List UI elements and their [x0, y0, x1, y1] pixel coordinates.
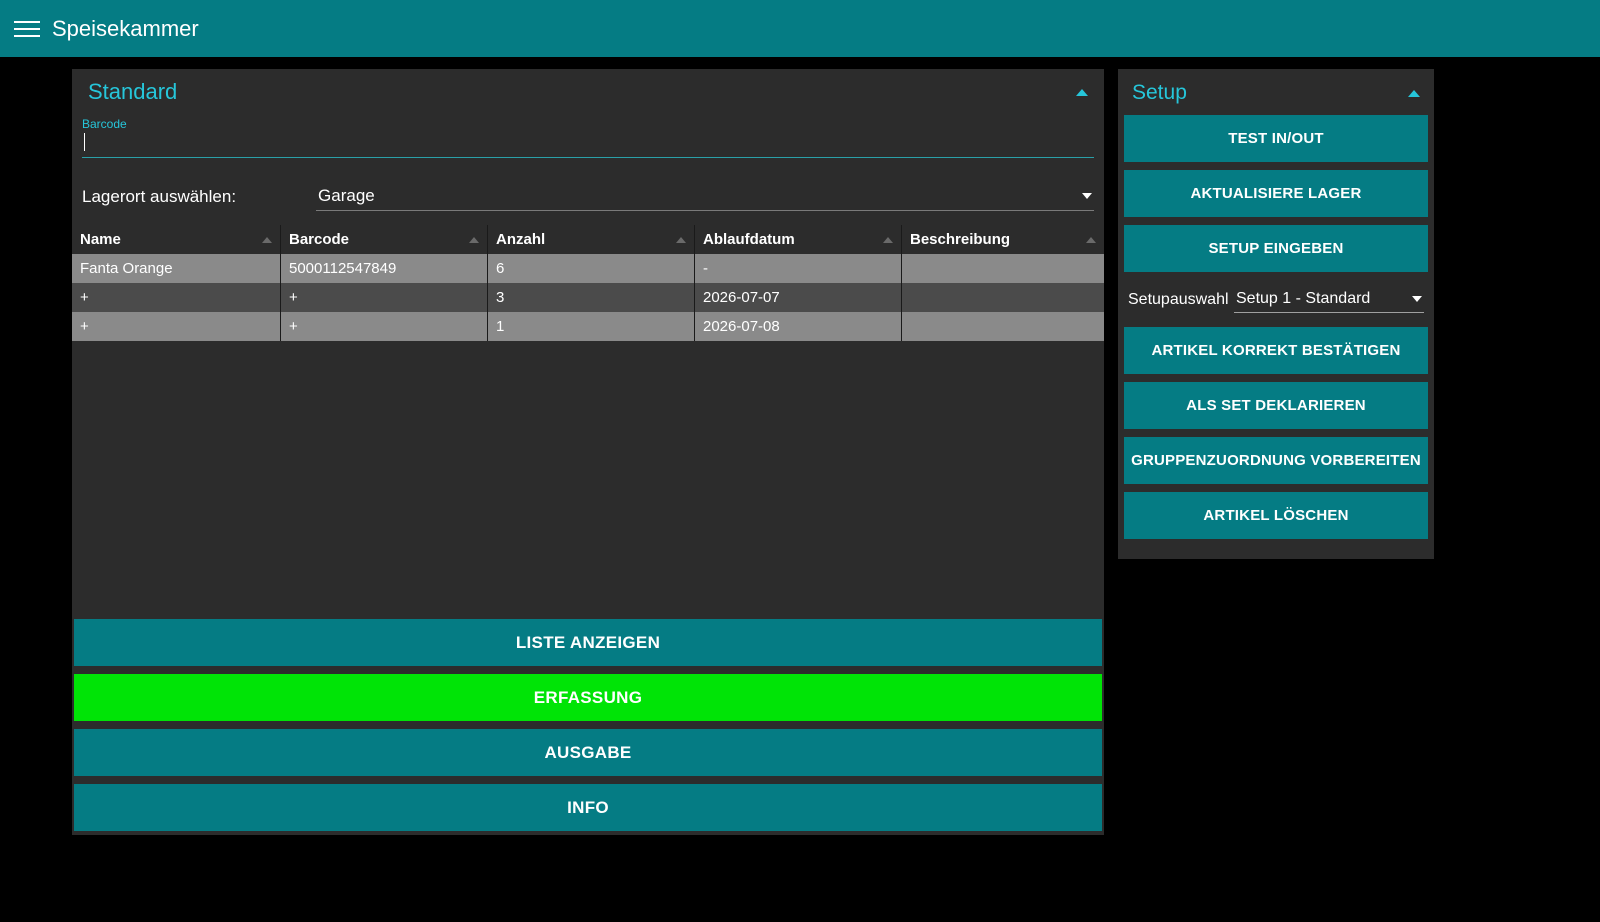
cell-name: + — [72, 283, 281, 312]
ausgabe-button[interactable]: AUSGABE — [74, 729, 1102, 776]
lagerort-value: Garage — [318, 186, 375, 206]
setupauswahl-label: Setupauswahl — [1128, 291, 1229, 309]
cell-barcode: + — [281, 312, 488, 341]
cell-ablauf: 2026-07-08 — [695, 312, 902, 341]
menu-icon[interactable] — [14, 16, 40, 42]
cell-ablauf: - — [695, 254, 902, 283]
standard-panel-header[interactable]: Standard — [72, 69, 1104, 111]
standard-panel-title: Standard — [88, 79, 177, 105]
setup-eingeben-button[interactable]: SETUP EINGEBEN — [1124, 225, 1428, 272]
table-header-row: Name Barcode Anzahl Ablaufdatum Beschrei… — [72, 225, 1104, 254]
lagerort-row: Lagerort auswählen: Garage — [72, 182, 1104, 211]
sort-icon — [676, 237, 686, 243]
cell-barcode: 5000112547849 — [281, 254, 488, 283]
standard-panel: Standard Barcode Lagerort auswählen: Gar… — [72, 69, 1104, 835]
barcode-input[interactable] — [82, 131, 1094, 158]
sort-icon — [262, 237, 272, 243]
app-title: Speisekammer — [52, 16, 199, 42]
lagerort-select[interactable]: Garage — [316, 182, 1094, 211]
content-area: Standard Barcode Lagerort auswählen: Gar… — [0, 57, 1600, 922]
barcode-label: Barcode — [82, 117, 1094, 131]
cell-anzahl: 1 — [488, 312, 695, 341]
gruppenzuordnung-button[interactable]: GRUPPENZUORDNUNG VORBEREITEN — [1124, 437, 1428, 484]
lagerort-label: Lagerort auswählen: — [82, 187, 236, 207]
col-header-beschreibung[interactable]: Beschreibung — [902, 225, 1104, 254]
cell-barcode: + — [281, 283, 488, 312]
cell-ablauf: 2026-07-07 — [695, 283, 902, 312]
erfassung-button[interactable]: ERFASSUNG — [74, 674, 1102, 721]
sort-icon — [883, 237, 893, 243]
cell-name: + — [72, 312, 281, 341]
cell-anzahl: 3 — [488, 283, 695, 312]
setup-panel-header[interactable]: Setup — [1118, 69, 1434, 111]
test-in-out-button[interactable]: TEST IN/OUT — [1124, 115, 1428, 162]
barcode-field-group: Barcode — [72, 117, 1104, 158]
setup-panel-title: Setup — [1132, 81, 1187, 105]
chevron-down-icon — [1412, 296, 1422, 302]
table-row[interactable]: + + 3 2026-07-07 — [72, 283, 1104, 312]
cell-anzahl: 6 — [488, 254, 695, 283]
cell-beschreibung — [902, 283, 1104, 312]
chevron-down-icon — [1082, 193, 1092, 199]
cell-name: Fanta Orange — [72, 254, 281, 283]
setupauswahl-select[interactable]: Setup 1 - Standard — [1234, 286, 1424, 313]
setupauswahl-value: Setup 1 - Standard — [1236, 290, 1370, 308]
table-row[interactable]: Fanta Orange 5000112547849 6 - — [72, 254, 1104, 283]
inventory-table: Name Barcode Anzahl Ablaufdatum Beschrei… — [72, 225, 1104, 341]
setupauswahl-row: Setupauswahl Setup 1 - Standard — [1118, 282, 1434, 317]
col-header-ablauf[interactable]: Ablaufdatum — [695, 225, 902, 254]
artikel-bestaetigen-button[interactable]: ARTIKEL KORREKT BESTÄTIGEN — [1124, 327, 1428, 374]
cell-beschreibung — [902, 312, 1104, 341]
setup-panel: Setup TEST IN/OUT AKTUALISIERE LAGER SET… — [1118, 69, 1434, 559]
app-header: Speisekammer — [0, 0, 1600, 57]
col-header-barcode[interactable]: Barcode — [281, 225, 488, 254]
col-header-anzahl[interactable]: Anzahl — [488, 225, 695, 254]
cell-beschreibung — [902, 254, 1104, 283]
table-empty-area — [72, 341, 1104, 615]
liste-anzeigen-button[interactable]: LISTE ANZEIGEN — [74, 619, 1102, 666]
info-button[interactable]: INFO — [74, 784, 1102, 831]
aktualisiere-lager-button[interactable]: AKTUALISIERE LAGER — [1124, 170, 1428, 217]
artikel-loeschen-button[interactable]: ARTIKEL LÖSCHEN — [1124, 492, 1428, 539]
col-header-name[interactable]: Name — [72, 225, 281, 254]
table-row[interactable]: + + 1 2026-07-08 — [72, 312, 1104, 341]
chevron-up-icon — [1408, 90, 1420, 97]
sort-icon — [469, 237, 479, 243]
chevron-up-icon — [1076, 89, 1088, 96]
als-set-deklarieren-button[interactable]: ALS SET DEKLARIEREN — [1124, 382, 1428, 429]
text-cursor — [84, 133, 85, 151]
sort-icon — [1086, 237, 1096, 243]
